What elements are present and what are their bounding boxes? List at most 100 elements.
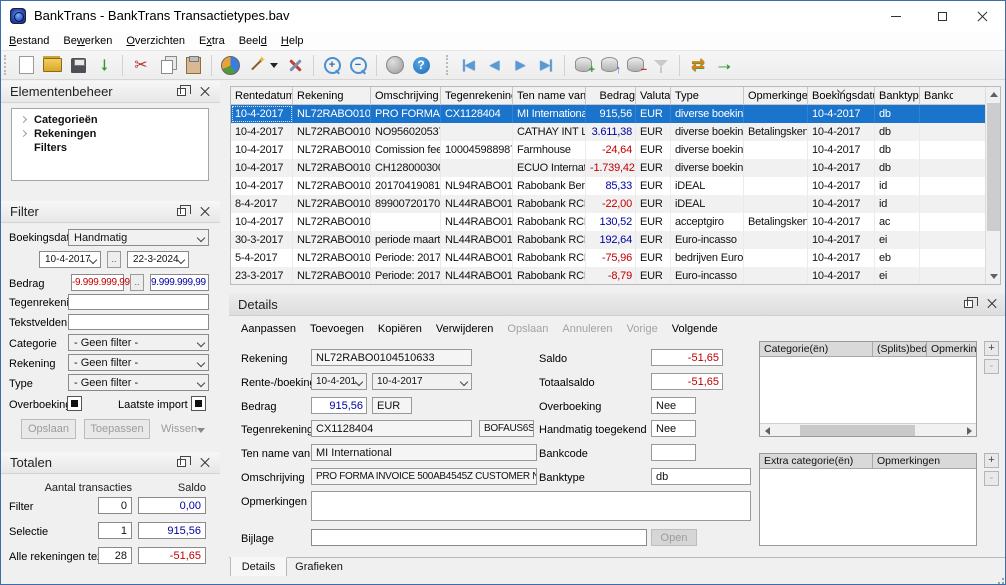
cell[interactable]: MI International	[513, 105, 586, 123]
add-record-icon[interactable]: +	[570, 53, 596, 77]
cell[interactable]: diverse boekingen	[671, 141, 744, 159]
cell[interactable]: iDEAL	[671, 177, 744, 195]
column-header-opmerkingen[interactable]: Opmerkingen	[744, 87, 808, 105]
close-panel-icon[interactable]	[987, 299, 997, 309]
cell[interactable]: Betalingskenmerk...	[744, 213, 808, 231]
cell[interactable]	[920, 231, 985, 249]
open-button[interactable]: Open	[651, 529, 697, 546]
boekingsdatum-select[interactable]: Handmatig	[68, 229, 209, 246]
filter-icon[interactable]	[648, 53, 674, 77]
cell[interactable]: CH12800030000...	[371, 159, 441, 177]
magic-wand-icon[interactable]	[243, 53, 269, 77]
add-categorie-button[interactable]: +	[984, 341, 999, 356]
cell[interactable]: 130,52	[586, 213, 636, 231]
cell[interactable]: 10-4-2017	[231, 159, 293, 177]
column-header[interactable]: Opmerkingen	[927, 342, 976, 356]
cell[interactable]	[744, 105, 808, 123]
open-file-icon[interactable]	[39, 53, 65, 77]
cell[interactable]: 10-4-2017	[808, 123, 875, 141]
cell[interactable]	[920, 159, 985, 177]
cell[interactable]	[744, 141, 808, 159]
column-header-type[interactable]: Type	[671, 87, 744, 105]
remove-categorie-button[interactable]: -	[984, 359, 999, 374]
cell[interactable]: 192,64	[586, 231, 636, 249]
cell[interactable]: NO95602053797...	[371, 123, 441, 141]
cell[interactable]: NL72RABO01045...	[293, 195, 371, 213]
cell[interactable]: 30-3-2017	[231, 231, 293, 249]
next-record-icon[interactable]: ▶	[507, 53, 533, 77]
cell[interactable]: 5-4-2017	[231, 249, 293, 267]
cell[interactable]: EUR	[636, 177, 671, 195]
column-header-rentedatum[interactable]: Rentedatum	[231, 87, 293, 105]
close-panel-icon[interactable]	[200, 207, 210, 217]
cell[interactable]: EUR	[636, 105, 671, 123]
menu-item-beeld[interactable]: Beeld	[239, 35, 267, 47]
column-header[interactable]: Opmerkingen	[873, 454, 976, 468]
cell[interactable]: Farmhouse	[513, 141, 586, 159]
cell[interactable]: NL72RABO01045...	[293, 105, 371, 123]
cell[interactable]: eb	[875, 249, 920, 267]
column-header-bankcode[interactable]: Bankcode	[920, 87, 953, 105]
cell[interactable]: 2017041908123...	[371, 177, 441, 195]
cell[interactable]: diverse boekingen	[671, 159, 744, 177]
column-header[interactable]: Extra categorie(ën)	[760, 454, 873, 468]
cell[interactable]: NL44RABO01234...	[441, 195, 513, 213]
categorie-select[interactable]: - Geen filter -	[68, 334, 209, 351]
tree-item-filters[interactable]: Filters	[12, 141, 208, 154]
column-header-valuta[interactable]: Valuta	[636, 87, 671, 105]
minimize-button[interactable]	[879, 1, 913, 31]
cell[interactable]: ECUO International	[513, 159, 586, 177]
cell[interactable]: 915,56	[586, 105, 636, 123]
cell[interactable]	[920, 249, 985, 267]
omschrijving-field[interactable]: PRO FORMA INVOICE 500AB4545Z CUSTOMER NO…	[311, 468, 537, 485]
cell[interactable]: NL72RABO01045...	[293, 267, 371, 284]
rekening-field[interactable]: NL72RABO0104510633	[311, 349, 472, 366]
toolbar-grip[interactable]	[446, 55, 451, 75]
chevron-right-icon[interactable]	[19, 115, 28, 124]
cell[interactable]: PRO FORMA INV...	[371, 105, 441, 123]
close-panel-icon[interactable]	[200, 87, 210, 97]
scroll-up-icon[interactable]	[986, 87, 1001, 102]
cell[interactable]: Rabobank RCKV	[513, 195, 586, 213]
cell[interactable]: periode maart 20...	[371, 231, 441, 249]
cell[interactable]: EUR	[636, 159, 671, 177]
cell[interactable]: db	[875, 141, 920, 159]
cell[interactable]: Rabobank RCKV	[513, 249, 586, 267]
cell[interactable]	[744, 195, 808, 213]
table-row[interactable]: 23-3-2017NL72RABO01045...Periode: 2017-0…	[231, 267, 985, 284]
cell[interactable]: NL72RABO01045...	[293, 249, 371, 267]
wissen-button[interactable]: Wissen	[161, 423, 197, 435]
cell[interactable]: 10-4-2017	[231, 141, 293, 159]
cell[interactable]: db	[875, 105, 920, 123]
tab-grafieken[interactable]: Grafieken	[287, 558, 351, 577]
laatste-import-checkbox[interactable]	[191, 396, 206, 411]
details-menu-aanpassen[interactable]: Aanpassen	[241, 323, 296, 335]
cell[interactable]	[744, 177, 808, 195]
cell[interactable]: EUR	[636, 249, 671, 267]
tools-icon[interactable]	[282, 53, 308, 77]
cell[interactable]: id	[875, 177, 920, 195]
overboeking-checkbox[interactable]	[67, 396, 82, 411]
cell[interactable]: -1.739,42	[586, 159, 636, 177]
cell[interactable]	[744, 249, 808, 267]
bedrag-min-input[interactable]: -9.999.999,99	[71, 274, 130, 291]
close-button[interactable]	[965, 1, 999, 31]
column-header-banktype[interactable]: Banktype	[875, 87, 920, 105]
cell[interactable]	[744, 267, 808, 284]
first-record-icon[interactable]: |◀	[455, 53, 481, 77]
cell[interactable]: ei	[875, 267, 920, 284]
cell[interactable]	[744, 231, 808, 249]
bijlage-input[interactable]	[311, 529, 647, 546]
date-to-select[interactable]: 22-3-2024	[127, 251, 189, 268]
cell[interactable]: db	[875, 123, 920, 141]
cell[interactable]	[441, 159, 513, 177]
cell[interactable]: 10-4-2017	[808, 249, 875, 267]
float-panel-icon[interactable]	[177, 84, 191, 96]
pie-chart-icon[interactable]	[217, 53, 243, 77]
scroll-down-icon[interactable]	[986, 269, 1001, 284]
cell[interactable]: CX1128404	[441, 105, 513, 123]
cell[interactable]: Rabobank RCKV	[513, 267, 586, 284]
cell[interactable]: CATHAY INT Limi...	[513, 123, 586, 141]
cell[interactable]: NL72RABO01045...	[293, 231, 371, 249]
column-header-boekingsdatum[interactable]: Boekingsdatum	[808, 87, 875, 105]
